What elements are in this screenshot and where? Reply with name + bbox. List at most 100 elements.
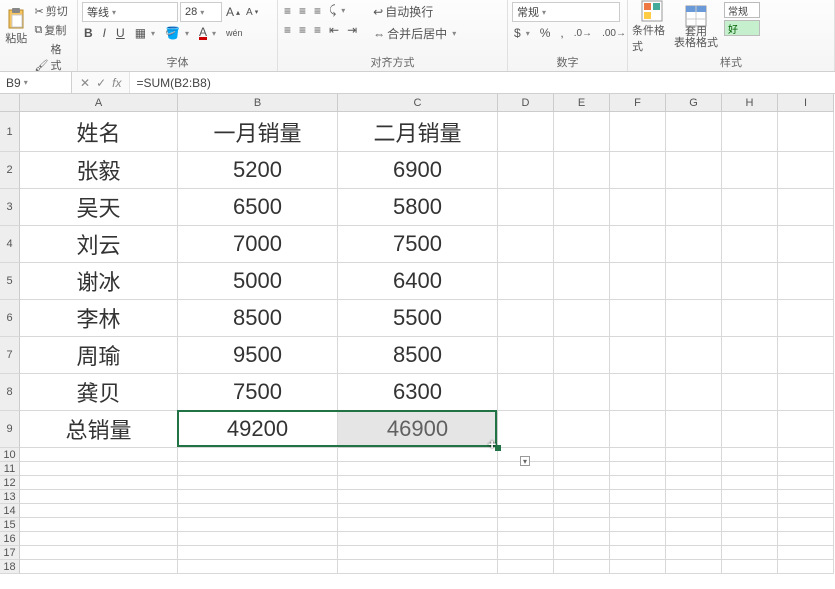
cell[interactable] xyxy=(178,504,338,518)
cell[interactable] xyxy=(722,448,778,462)
cell[interactable] xyxy=(722,411,778,448)
cell[interactable] xyxy=(178,448,338,462)
cell[interactable]: 周瑜 xyxy=(20,337,178,374)
cell[interactable]: 46900 xyxy=(338,411,498,448)
cell[interactable] xyxy=(498,337,554,374)
cell[interactable] xyxy=(178,490,338,504)
number-format-select[interactable]: 常规 xyxy=(512,2,620,22)
column-header[interactable]: H xyxy=(722,94,778,112)
cell[interactable] xyxy=(666,476,722,490)
cell[interactable]: 5800 xyxy=(338,189,498,226)
cell[interactable] xyxy=(554,546,610,560)
cell[interactable] xyxy=(610,300,666,337)
align-center-button[interactable]: ≡ xyxy=(297,22,308,38)
cell[interactable] xyxy=(666,226,722,263)
cell[interactable] xyxy=(722,490,778,504)
cell[interactable] xyxy=(666,560,722,574)
underline-button[interactable]: U xyxy=(114,25,127,41)
cell[interactable] xyxy=(722,560,778,574)
cell[interactable] xyxy=(554,226,610,263)
decrease-indent-button[interactable]: ⇤ xyxy=(327,22,341,38)
cell[interactable] xyxy=(610,226,666,263)
cell[interactable] xyxy=(498,490,554,504)
cell[interactable] xyxy=(338,532,498,546)
cancel-formula-button[interactable]: ✕ xyxy=(80,76,90,90)
cell[interactable] xyxy=(338,490,498,504)
cell[interactable]: 49200 xyxy=(178,411,338,448)
comma-button[interactable]: , xyxy=(558,25,565,41)
cell[interactable] xyxy=(338,462,498,476)
cell[interactable] xyxy=(554,337,610,374)
cell[interactable]: 刘云 xyxy=(20,226,178,263)
cell[interactable] xyxy=(554,374,610,411)
cell[interactable]: 6500 xyxy=(178,189,338,226)
cell[interactable] xyxy=(610,504,666,518)
row-header[interactable]: 10 xyxy=(0,448,20,462)
copy-button[interactable]: ⧉复制 xyxy=(32,21,73,39)
row-header[interactable]: 5 xyxy=(0,263,20,300)
cell[interactable] xyxy=(554,112,610,152)
cell[interactable] xyxy=(498,112,554,152)
cell[interactable] xyxy=(778,560,834,574)
cell[interactable] xyxy=(20,518,178,532)
cell[interactable]: 8500 xyxy=(338,337,498,374)
cell[interactable] xyxy=(666,462,722,476)
cell[interactable] xyxy=(778,462,834,476)
column-header[interactable]: A xyxy=(20,94,178,112)
cell[interactable] xyxy=(498,226,554,263)
cell[interactable]: 6400 xyxy=(338,263,498,300)
percent-button[interactable]: % xyxy=(538,25,553,41)
cell[interactable]: 姓名 xyxy=(20,112,178,152)
cell[interactable] xyxy=(778,112,834,152)
cell[interactable]: 张毅 xyxy=(20,152,178,189)
cell[interactable] xyxy=(666,546,722,560)
formula-input[interactable]: =SUM(B2:B8) xyxy=(129,72,835,93)
cell[interactable]: 二月销量 xyxy=(338,112,498,152)
row-header[interactable]: 18 xyxy=(0,560,20,574)
cell[interactable] xyxy=(20,490,178,504)
cell[interactable] xyxy=(20,532,178,546)
cell[interactable] xyxy=(778,546,834,560)
row-header[interactable]: 9 xyxy=(0,411,20,448)
column-header[interactable]: C xyxy=(338,94,498,112)
cell[interactable] xyxy=(778,374,834,411)
fill-color-button[interactable]: 🪣 xyxy=(163,25,191,41)
cell[interactable]: 总销量 xyxy=(20,411,178,448)
cell[interactable] xyxy=(554,189,610,226)
cell[interactable] xyxy=(778,152,834,189)
row-header[interactable]: 16 xyxy=(0,532,20,546)
merge-center-button[interactable]: ⇔合并后居中 xyxy=(371,24,458,43)
cell[interactable]: 谢冰 xyxy=(20,263,178,300)
cell[interactable] xyxy=(778,490,834,504)
row-header[interactable]: 13 xyxy=(0,490,20,504)
cell[interactable] xyxy=(778,518,834,532)
cell[interactable] xyxy=(778,300,834,337)
italic-button[interactable]: I xyxy=(101,25,108,41)
cell[interactable] xyxy=(20,462,178,476)
cell[interactable] xyxy=(722,462,778,476)
cell[interactable] xyxy=(666,490,722,504)
cell[interactable] xyxy=(778,226,834,263)
row-header[interactable]: 1 xyxy=(0,112,20,152)
cell[interactable] xyxy=(610,532,666,546)
cell[interactable]: 7500 xyxy=(338,226,498,263)
font-name-select[interactable]: 等线 xyxy=(82,2,178,22)
cell[interactable] xyxy=(610,462,666,476)
cell[interactable] xyxy=(722,504,778,518)
cell[interactable] xyxy=(722,300,778,337)
align-left-button[interactable]: ≡ xyxy=(282,22,293,38)
cell[interactable] xyxy=(498,518,554,532)
row-header[interactable]: 12 xyxy=(0,476,20,490)
cell[interactable] xyxy=(610,518,666,532)
cell[interactable]: 7500 xyxy=(178,374,338,411)
cell[interactable] xyxy=(610,560,666,574)
select-all-corner[interactable] xyxy=(0,94,20,112)
phonetic-button[interactable]: wén xyxy=(224,27,245,39)
cell[interactable] xyxy=(178,560,338,574)
cell[interactable] xyxy=(554,448,610,462)
cell[interactable] xyxy=(666,448,722,462)
cut-button[interactable]: ✂剪切 xyxy=(32,2,73,20)
cell[interactable] xyxy=(666,411,722,448)
cell[interactable] xyxy=(178,518,338,532)
cell[interactable] xyxy=(610,112,666,152)
